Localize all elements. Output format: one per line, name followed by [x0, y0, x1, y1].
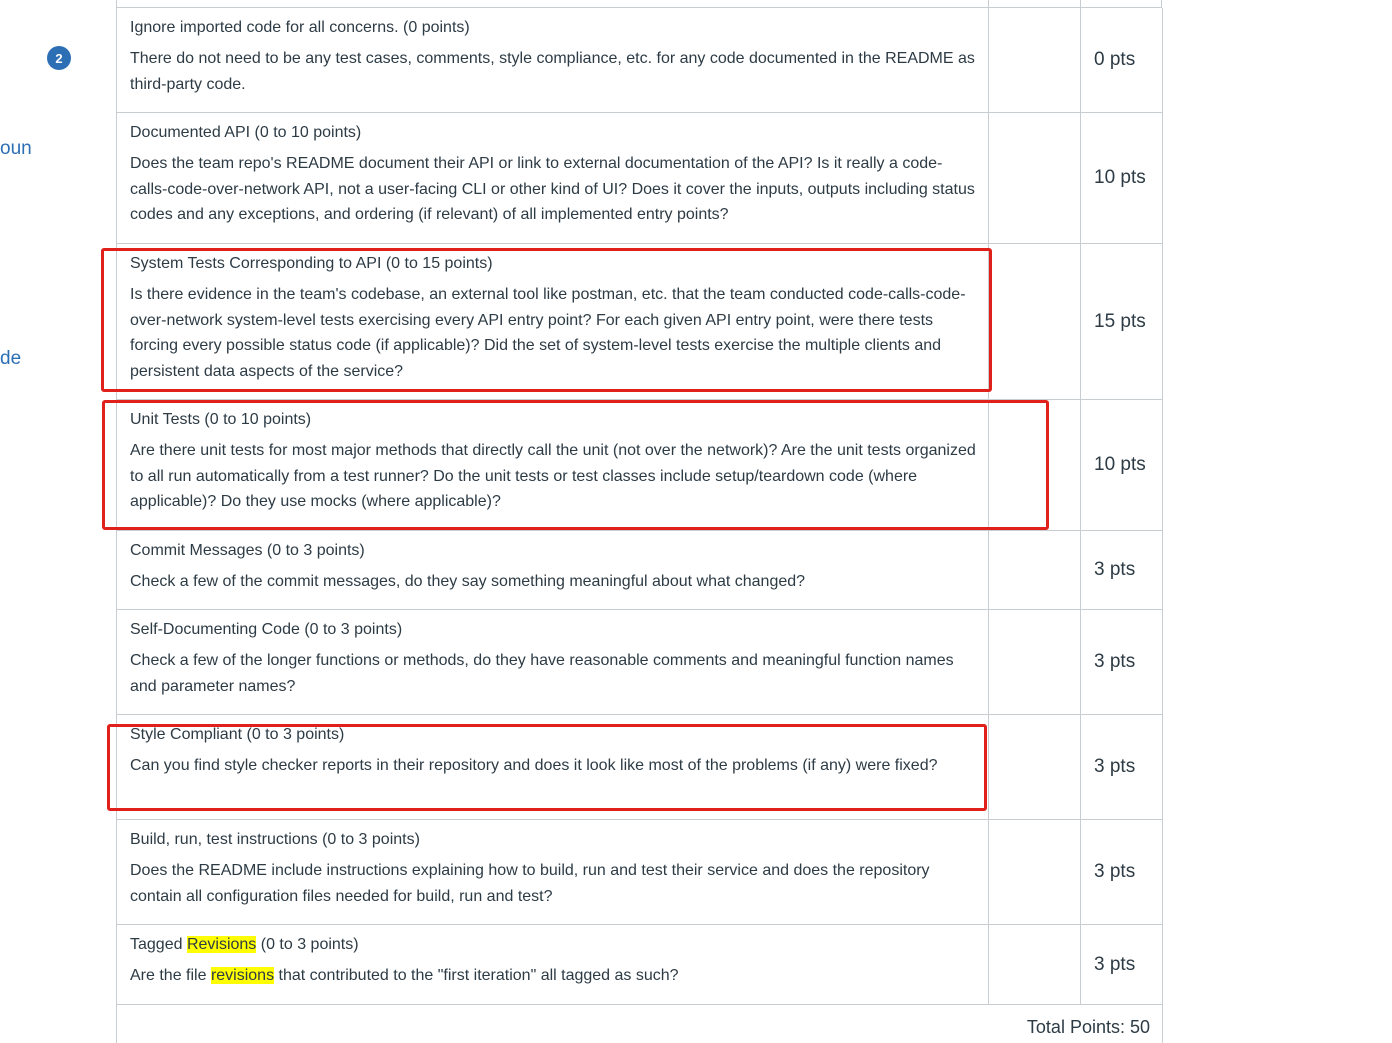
criterion-cell: Commit Messages (0 to 3 points) Check a … — [117, 531, 989, 609]
rubric-row: System Tests Corresponding to API (0 to … — [117, 244, 1162, 400]
sidebar-link-fragment[interactable]: de — [0, 348, 21, 370]
ratings-cell — [989, 925, 1081, 1004]
criterion-title: Commit Messages (0 to 3 points) — [130, 542, 365, 559]
title-text: (0 to 3 points) — [256, 936, 359, 953]
points-cell: 0 pts — [1094, 49, 1136, 70]
rubric-row: Ignore imported code for all concerns. (… — [117, 8, 1162, 113]
criterion-cell: Tagged Revisions (0 to 3 points) Are the… — [117, 925, 989, 1004]
rubric-row: Style Compliant (0 to 3 points) Can you … — [117, 715, 1162, 820]
table-top-edge — [116, 0, 1162, 8]
rubric-row: Tagged Revisions (0 to 3 points) Are the… — [117, 925, 1162, 1005]
ratings-cell — [989, 400, 1081, 530]
criterion-cell: Documented API (0 to 10 points) Does the… — [117, 113, 989, 243]
criterion-description: Check a few of the longer functions or m… — [130, 652, 954, 695]
total-row: Total Points: 50 — [117, 1005, 1162, 1043]
ratings-cell — [989, 8, 1081, 112]
criterion-description: Is there evidence in the team's codebase… — [130, 286, 966, 380]
ratings-cell — [989, 531, 1081, 609]
criterion-title: Build, run, test instructions (0 to 3 po… — [130, 831, 420, 848]
criterion-cell: System Tests Corresponding to API (0 to … — [117, 244, 989, 399]
criterion-description: Does the team repo's README document the… — [130, 155, 975, 223]
sidebar-link-fragment[interactable]: oun — [0, 138, 32, 160]
rubric-row: Documented API (0 to 10 points) Does the… — [117, 113, 1162, 244]
rubric-row: Self-Documenting Code (0 to 3 points) Ch… — [117, 610, 1162, 715]
points-cell: 3 pts — [1094, 953, 1136, 975]
rubric-table: Ignore imported code for all concerns. (… — [116, 8, 1163, 1043]
criterion-cell: Style Compliant (0 to 3 points) Can you … — [117, 715, 989, 819]
points-cell: 10 pts — [1094, 454, 1146, 475]
criterion-cell: Ignore imported code for all concerns. (… — [117, 8, 989, 112]
description-text: Are the file — [130, 967, 211, 984]
points-cell: 3 pts — [1094, 559, 1136, 580]
search-highlight: Revisions — [186, 936, 257, 953]
points-cell: 3 pts — [1094, 756, 1136, 777]
criterion-description: There do not need to be any test cases, … — [130, 50, 975, 93]
search-highlight: revisions — [210, 967, 275, 984]
page: 2 oun de Ignore imported code for all co… — [0, 0, 1392, 1043]
total-points: Total Points: 50 — [1026, 1017, 1150, 1037]
ratings-cell — [989, 244, 1081, 399]
criterion-title: Self-Documenting Code (0 to 3 points) — [130, 621, 403, 638]
rubric-row: Build, run, test instructions (0 to 3 po… — [117, 820, 1162, 925]
ratings-cell — [989, 113, 1081, 243]
title-text: Tagged — [130, 936, 187, 953]
criterion-title: Style Compliant (0 to 3 points) — [130, 726, 345, 743]
criterion-description: Does the README include instructions exp… — [130, 862, 930, 905]
criterion-description: Check a few of the commit messages, do t… — [130, 573, 806, 590]
criterion-title: Tagged Revisions (0 to 3 points) — [130, 935, 976, 955]
criterion-title: Unit Tests (0 to 10 points) — [130, 411, 312, 428]
ratings-cell — [989, 820, 1081, 924]
ratings-cell — [989, 715, 1081, 819]
criterion-title: Documented API (0 to 10 points) — [130, 124, 362, 141]
criterion-cell: Build, run, test instructions (0 to 3 po… — [117, 820, 989, 924]
ratings-cell — [989, 610, 1081, 714]
points-cell: 3 pts — [1094, 861, 1136, 882]
rubric-row: Commit Messages (0 to 3 points) Check a … — [117, 531, 1162, 610]
description-text: that contributed to the "first iteration… — [274, 967, 679, 984]
criterion-description: Can you find style checker reports in th… — [130, 757, 938, 774]
criterion-cell: Self-Documenting Code (0 to 3 points) Ch… — [117, 610, 989, 714]
criterion-description: Are there unit tests for most major meth… — [130, 442, 976, 510]
points-cell: 15 pts — [1094, 310, 1146, 332]
criterion-title: System Tests Corresponding to API (0 to … — [130, 255, 493, 272]
points-cell: 3 pts — [1094, 651, 1136, 672]
points-cell: 10 pts — [1094, 167, 1146, 188]
criterion-description: Are the file revisions that contributed … — [130, 963, 976, 989]
notification-badge[interactable]: 2 — [47, 46, 71, 70]
rubric-row: Unit Tests (0 to 10 points) Are there un… — [117, 400, 1162, 531]
criterion-cell: Unit Tests (0 to 10 points) Are there un… — [117, 400, 989, 530]
criterion-title: Ignore imported code for all concerns. (… — [130, 19, 470, 36]
